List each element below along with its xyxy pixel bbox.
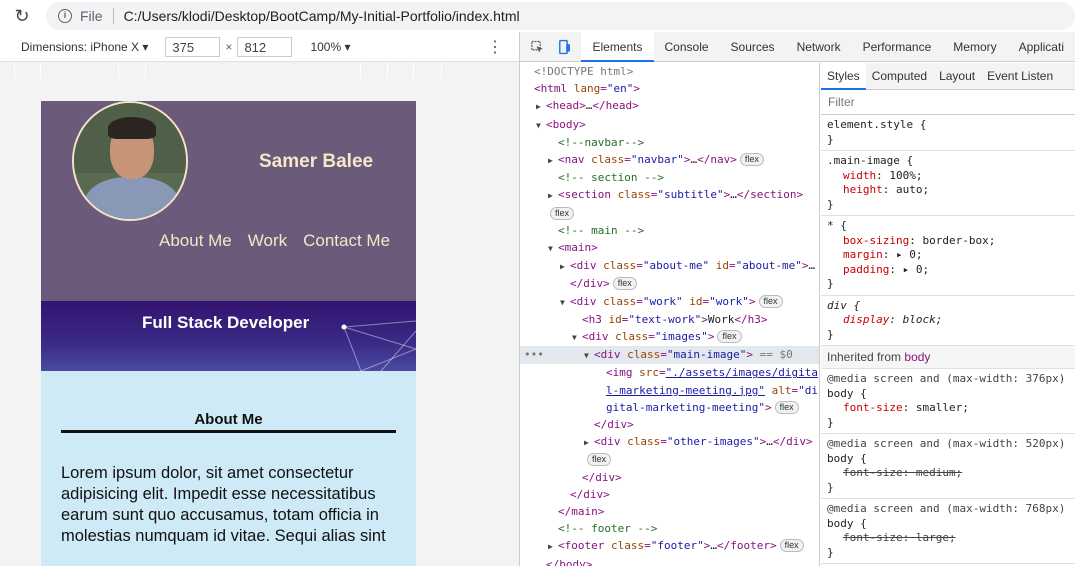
- dom-node-selected[interactable]: ••• ▼ <div class="main-image"> == $0: [520, 346, 819, 365]
- styles-pane: Styles Computed Layout Event Listen Filt…: [821, 63, 1075, 566]
- dom-node[interactable]: <!-- footer -->: [520, 520, 819, 537]
- subtitle-section: Full Stack Developer: [41, 301, 416, 371]
- nav-link-work[interactable]: Work: [248, 231, 287, 251]
- tab-console[interactable]: Console: [654, 32, 720, 62]
- protocol-label: File: [80, 8, 103, 24]
- dom-node[interactable]: </div> flex: [520, 275, 819, 292]
- dom-node[interactable]: ▶ <footer class="footer">…</footer> flex: [520, 537, 819, 555]
- dom-tree[interactable]: <!DOCTYPE html> <html lang="en"> ▶ <head>…: [520, 63, 820, 566]
- devtools-panel: Elements Console Sources Network Perform…: [519, 31, 1075, 566]
- info-icon[interactable]: i: [58, 9, 72, 23]
- dom-node[interactable]: <!-- main -->: [520, 222, 819, 239]
- dom-node[interactable]: </div>: [520, 486, 819, 503]
- about-heading: About Me: [194, 411, 263, 428]
- reload-icon[interactable]: ↻: [0, 6, 44, 27]
- dom-node[interactable]: </main>: [520, 503, 819, 520]
- dom-node[interactable]: ▶ <head>…</head>: [520, 97, 819, 115]
- dom-node[interactable]: </body>: [520, 556, 819, 566]
- dom-node[interactable]: ▼ <div class="work" id="work"> flex: [520, 293, 819, 311]
- tab-computed[interactable]: Computed: [866, 63, 933, 90]
- about-me-section: About Me Lorem ipsum dolor, sit amet con…: [41, 371, 416, 566]
- dom-node[interactable]: ▼ <div class="images"> flex: [520, 328, 819, 346]
- dom-node[interactable]: ▶ <div class="about-me" id="about-me">…: [520, 257, 819, 275]
- device-toolbar: Dimensions: iPhone X ▾ 375 × 812 100% ▾ …: [0, 32, 519, 62]
- css-rule[interactable]: .main-image {width: 100%; height: auto;}: [821, 151, 1075, 216]
- dom-node[interactable]: </div>: [520, 416, 819, 433]
- navbar: Samer Balee About Me Work Contact Me: [41, 101, 416, 301]
- about-text: Lorem ipsum dolor, sit amet consectetur …: [61, 464, 386, 545]
- zoom-label: 100%: [310, 39, 342, 54]
- dom-node[interactable]: <html lang="en">: [520, 80, 819, 97]
- tab-network[interactable]: Network: [786, 32, 852, 62]
- device-select[interactable]: Dimensions: iPhone X ▾: [21, 40, 148, 54]
- dom-node[interactable]: flex: [520, 205, 819, 222]
- tab-application[interactable]: Applicati: [1008, 32, 1075, 62]
- width-input[interactable]: 375: [165, 36, 221, 57]
- dom-node[interactable]: <!DOCTYPE html>: [520, 63, 819, 80]
- dom-node[interactable]: l-marketing-meeting.jpg" alt="di: [520, 382, 819, 399]
- css-rule[interactable]: @media screen and (max-width: 520px) body…: [821, 434, 1075, 499]
- divider: [112, 8, 114, 24]
- css-rule[interactable]: * {box-sizing: border-box; margin: ▸ 0; pa…: [821, 216, 1075, 296]
- css-rule[interactable]: element.style {}: [821, 115, 1075, 151]
- nav-links: About Me Work Contact Me: [159, 231, 390, 251]
- dom-node[interactable]: ▼ <body>: [520, 116, 819, 134]
- inspect-element-icon[interactable]: [530, 39, 545, 55]
- tab-sources[interactable]: Sources: [720, 32, 786, 62]
- tab-layout[interactable]: Layout: [933, 63, 981, 90]
- styles-filter-input[interactable]: Filter: [821, 90, 1075, 115]
- more-options-icon[interactable]: ⋮: [487, 37, 503, 57]
- dom-node[interactable]: <!-- section -->: [520, 169, 819, 186]
- css-rule[interactable]: @media screen and (max-width: 376px) body…: [821, 369, 1075, 434]
- profile-photo: [72, 101, 188, 221]
- dom-node[interactable]: </div>: [520, 469, 819, 486]
- dom-node[interactable]: <img src="./assets/images/digita: [520, 364, 819, 381]
- tab-performance[interactable]: Performance: [852, 32, 943, 62]
- nav-link-contact[interactable]: Contact Me: [303, 231, 390, 251]
- dom-node[interactable]: <h3 id="text-work">Work</h3>: [520, 311, 819, 328]
- dom-node[interactable]: ▶ <section class="subtitle">…</section>: [520, 186, 819, 204]
- tab-elements[interactable]: Elements: [581, 31, 654, 62]
- tab-styles[interactable]: Styles: [821, 63, 866, 90]
- inherited-header: Inherited from body: [821, 346, 1075, 369]
- dom-node[interactable]: flex: [520, 451, 819, 468]
- dom-node[interactable]: ▶ <div class="other-images">…</div>: [520, 433, 819, 451]
- css-rule[interactable]: @media screen and (max-width: 768px) body…: [821, 499, 1075, 564]
- device-label: Dimensions: iPhone X: [21, 39, 140, 54]
- device-toolbar-icon[interactable]: [557, 39, 572, 55]
- dom-node[interactable]: ▼ <main>: [520, 239, 819, 257]
- device-viewport: Samer Balee About Me Work Contact Me Ful…: [0, 79, 519, 566]
- network-graphic: [341, 320, 416, 371]
- tab-event-listeners[interactable]: Event Listen: [981, 63, 1059, 90]
- height-input[interactable]: 812: [237, 36, 293, 57]
- times-icon: ×: [225, 39, 233, 54]
- browser-toolbar: ↻ i File C:/Users/klodi/Desktop/BootCamp…: [0, 0, 1075, 32]
- media-query-ruler[interactable]: [0, 62, 519, 79]
- devtools-tabs: Elements Console Sources Network Perform…: [520, 31, 1075, 62]
- dom-node[interactable]: <!--navbar-->: [520, 134, 819, 151]
- site-name: Samer Balee: [259, 151, 374, 172]
- address-bar[interactable]: i File C:/Users/klodi/Desktop/BootCamp/M…: [46, 2, 1075, 30]
- url-text[interactable]: C:/Users/klodi/Desktop/BootCamp/My-Initi…: [124, 8, 520, 24]
- page-preview: Samer Balee About Me Work Contact Me Ful…: [41, 101, 416, 566]
- dom-node[interactable]: gital-marketing-meeting"> flex: [520, 399, 819, 416]
- dom-node[interactable]: ▶ <nav class="navbar">…</nav> flex: [520, 151, 819, 169]
- tab-memory[interactable]: Memory: [942, 32, 1007, 62]
- styles-tabs: Styles Computed Layout Event Listen: [821, 63, 1075, 90]
- nav-link-about[interactable]: About Me: [159, 231, 232, 251]
- css-rule[interactable]: div {display: block;}: [821, 296, 1075, 346]
- zoom-select[interactable]: 100% ▾: [310, 40, 350, 54]
